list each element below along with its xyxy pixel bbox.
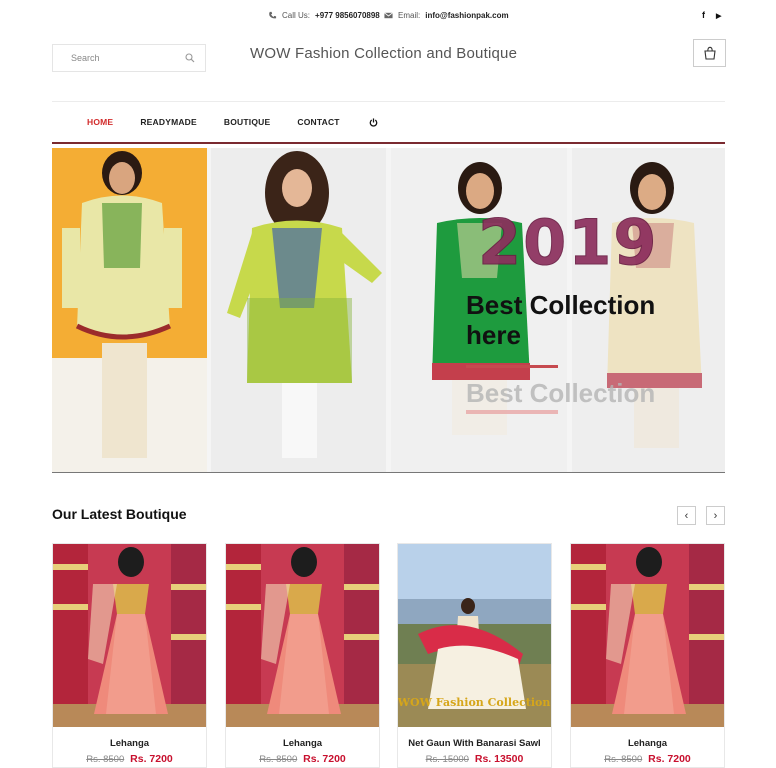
product-name[interactable]: Lehanga	[226, 738, 379, 749]
nav-readymade[interactable]: READYMADE	[140, 117, 197, 127]
hero-caption: Best Collection here	[466, 290, 656, 350]
shopping-bag-icon	[703, 46, 716, 60]
cart-button[interactable]	[693, 39, 726, 67]
product-price: Rs. 15000 Rs. 13500	[398, 753, 551, 765]
phone-contact[interactable]: Call Us: +977 9856070898	[268, 11, 380, 20]
current-price: Rs. 7200	[648, 753, 691, 765]
product-card[interactable]: Lehanga Rs. 8500 Rs. 7200	[52, 543, 207, 768]
facebook-icon[interactable]: f	[702, 10, 705, 20]
product-card[interactable]: WOW Fashion Collection Net Gaun With Ban…	[397, 543, 552, 768]
hero-ghost-underline	[466, 410, 558, 414]
old-price: Rs. 8500	[604, 754, 643, 765]
carousel-next-button[interactable]: ›	[706, 506, 725, 525]
nav-boutique[interactable]: BOUTIQUE	[224, 117, 270, 127]
phone-icon	[269, 11, 277, 19]
product-image[interactable]: WOW Fashion Collection	[398, 544, 551, 727]
image-watermark: WOW Fashion Collection	[398, 696, 550, 709]
old-price: Rs. 15000	[425, 754, 469, 765]
email-label: Email:	[398, 11, 421, 20]
nav-contact[interactable]: CONTACT	[297, 117, 339, 127]
search-input[interactable]	[69, 52, 183, 64]
search-bar	[52, 44, 206, 72]
product-price: Rs. 8500 Rs. 7200	[571, 753, 724, 765]
section-title: Our Latest Boutique	[52, 506, 187, 522]
old-price: Rs. 8500	[259, 754, 298, 765]
search-icon[interactable]	[185, 53, 195, 63]
main-nav: HOME READYMADE BOUTIQUE CONTACT	[52, 101, 725, 144]
hero-ghost-caption: Best Collection	[466, 378, 656, 408]
product-image[interactable]	[226, 544, 379, 727]
current-price: Rs. 7200	[303, 753, 346, 765]
carousel-prev-button[interactable]: ‹	[677, 506, 696, 525]
product-card[interactable]: Lehanga Rs. 8500 Rs. 7200	[570, 543, 725, 768]
envelope-icon	[384, 12, 393, 19]
product-image[interactable]	[53, 544, 206, 727]
phone-label: Call Us:	[282, 11, 311, 20]
hero-underline	[466, 365, 558, 368]
product-card[interactable]: Lehanga Rs. 8500 Rs. 7200	[225, 543, 380, 768]
current-price: Rs. 13500	[474, 753, 524, 765]
email-contact[interactable]: Email: info@fashionpak.com	[384, 11, 509, 20]
product-name[interactable]: Lehanga	[53, 738, 206, 749]
power-icon[interactable]	[369, 117, 378, 127]
hero-year: 2019	[478, 206, 659, 279]
site-title[interactable]: WOW Fashion Collection and Boutique	[250, 45, 517, 62]
product-name[interactable]: Lehanga	[571, 738, 724, 749]
top-contact-bar: Call Us: +977 9856070898 Email: info@fas…	[0, 0, 776, 32]
current-price: Rs. 7200	[130, 753, 173, 765]
youtube-icon[interactable]: ▶	[716, 12, 721, 20]
phone-number[interactable]: +977 9856070898	[315, 11, 380, 20]
old-price: Rs. 8500	[86, 754, 125, 765]
product-image[interactable]	[571, 544, 724, 727]
product-name[interactable]: Net Gaun With Banarasi Sawl	[398, 738, 551, 749]
product-price: Rs. 8500 Rs. 7200	[53, 753, 206, 765]
email-address[interactable]: info@fashionpak.com	[425, 11, 508, 20]
product-price: Rs. 8500 Rs. 7200	[226, 753, 379, 765]
nav-home[interactable]: HOME	[87, 117, 113, 127]
